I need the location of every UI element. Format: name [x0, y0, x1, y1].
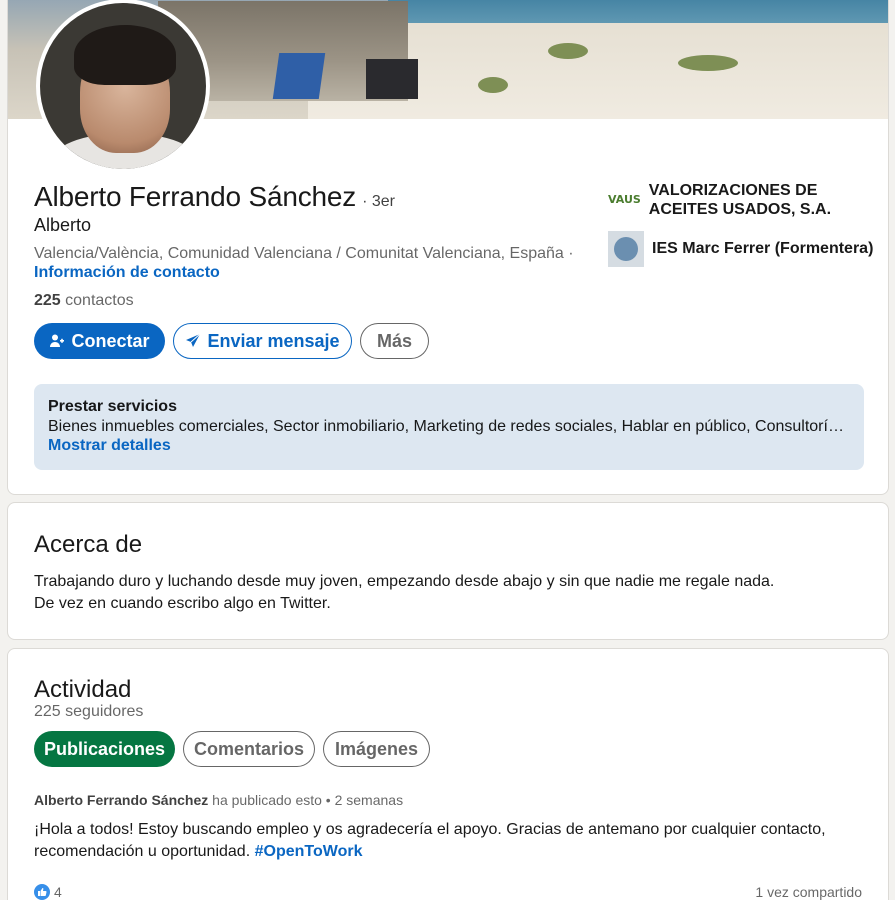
connect-button-label: Conectar: [71, 330, 150, 351]
share-count[interactable]: 1 vez compartido: [755, 884, 862, 900]
followers-count[interactable]: 225 seguidores: [34, 703, 143, 721]
post-text: ¡Hola a todos! Estoy buscando empleo y o…: [34, 819, 864, 863]
experience-item[interactable]: VAUS VALORIZACIONES DE ACEITES USADOS, S…: [608, 181, 878, 219]
post-reactions[interactable]: 4: [34, 884, 62, 900]
company-name: VALORIZACIONES DE ACEITES USADOS, S.A.: [648, 182, 832, 218]
profile-location: Valencia/València, Comunidad Valenciana …: [34, 245, 574, 262]
connection-degree: · 3er: [362, 193, 395, 210]
activity-card: Actividad 225 seguidores Publicaciones C…: [7, 648, 889, 900]
experience-education-list: VAUS VALORIZACIONES DE ACEITES USADOS, S…: [608, 181, 878, 279]
like-icon: [34, 884, 50, 900]
more-button[interactable]: Más: [360, 323, 429, 359]
company-logo: VAUS: [608, 192, 641, 206]
connect-button[interactable]: Conectar: [34, 323, 165, 359]
tab-imagenes[interactable]: Imágenes: [323, 731, 430, 767]
about-line-1: Trabajando duro y luchando desde muy jov…: [34, 573, 775, 590]
send-icon: [185, 333, 201, 349]
add-person-icon: [49, 333, 65, 349]
about-card: Acerca de Trabajando duro y luchando des…: [7, 502, 889, 640]
connections-count: 225 contactos: [34, 292, 134, 310]
profile-headline: Alberto: [34, 215, 92, 235]
about-text: Trabajando duro y luchando desde muy jov…: [34, 571, 774, 615]
services-title: Prestar servicios: [48, 398, 177, 415]
post-meta: Alberto Ferrando Sánchez ha publicado es…: [34, 792, 403, 808]
name-row: Alberto Ferrando Sánchez · 3er: [34, 181, 395, 213]
tab-publicaciones[interactable]: Publicaciones: [34, 731, 175, 767]
show-details-link[interactable]: Mostrar detalles: [48, 437, 850, 455]
contact-info-link[interactable]: Información de contacto: [34, 264, 220, 282]
send-message-button[interactable]: Enviar mensaje: [173, 323, 352, 359]
connections-number: 225: [34, 292, 61, 309]
connections-label: contactos: [65, 292, 134, 309]
post-body: ¡Hola a todos! Estoy buscando empleo y o…: [34, 821, 826, 860]
profile-name: Alberto Ferrando Sánchez: [34, 181, 357, 212]
services-list: Bienes inmuebles comerciales, Sector inm…: [48, 418, 850, 435]
activity-title: Actividad: [34, 676, 132, 703]
services-box: Prestar servicios Bienes inmuebles comer…: [34, 384, 864, 470]
post-hashtag[interactable]: #OpenToWork: [255, 843, 363, 860]
school-name: IES Marc Ferrer (Formentera): [652, 240, 874, 257]
reaction-count: 4: [54, 884, 62, 900]
about-title: Acerca de: [34, 531, 143, 558]
post-author[interactable]: Alberto Ferrando Sánchez: [34, 792, 208, 808]
send-message-label: Enviar mensaje: [207, 330, 340, 351]
about-line-2: De vez en cuando escribo algo en Twitter…: [34, 595, 331, 612]
profile-card: Alberto Ferrando Sánchez · 3er Alberto V…: [7, 0, 889, 495]
school-logo: [608, 231, 644, 267]
tab-comentarios[interactable]: Comentarios: [183, 731, 315, 767]
profile-avatar[interactable]: [36, 0, 210, 173]
education-item[interactable]: IES Marc Ferrer (Formentera): [608, 231, 878, 267]
post-timestamp: ha publicado esto • 2 semanas: [212, 792, 404, 808]
